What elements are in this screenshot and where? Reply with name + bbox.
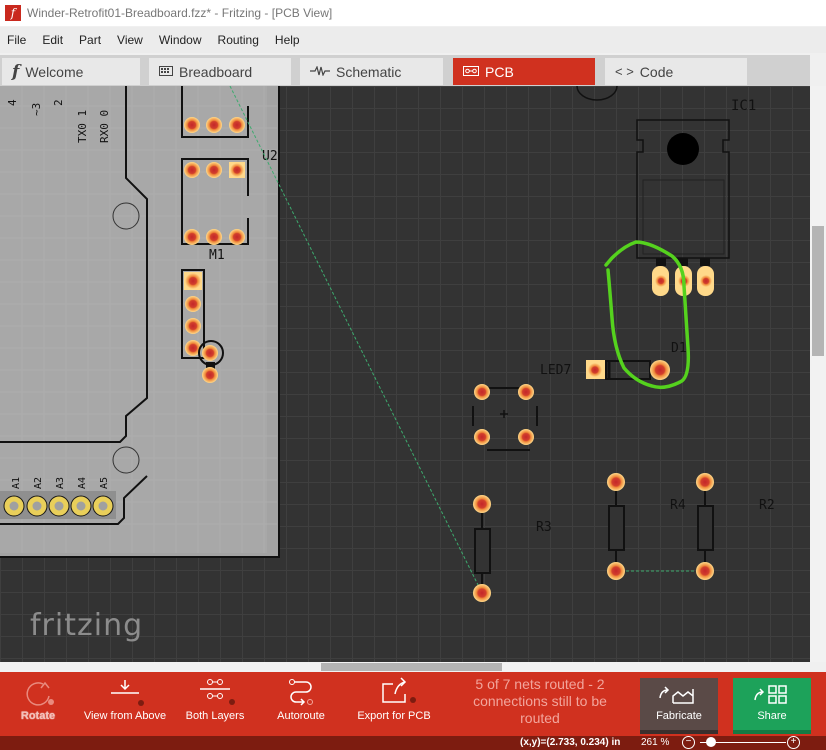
export-icon — [371, 672, 417, 706]
menu-part[interactable]: Part — [72, 33, 110, 47]
routing-status-message: 5 of 7 nets routed - 2 connections still… — [473, 676, 607, 726]
horizontal-scrollbar[interactable] — [0, 662, 810, 672]
view-from-above-icon — [105, 672, 145, 706]
tab-breadboard[interactable]: Breadboard — [149, 58, 291, 85]
zoom-in-button[interactable]: + — [787, 736, 800, 749]
pin-label-a2: A2 — [33, 477, 44, 489]
label-ic1: IC1 — [731, 98, 756, 114]
pin-label-tx: TX0 1 — [76, 110, 89, 143]
tab-breadboard-label: Breadboard — [179, 63, 253, 80]
rotate-button[interactable]: Rotate — [10, 672, 66, 736]
title-bar: f Winder-Retrofit01-Breadboard.fzz* - Fr… — [0, 0, 826, 26]
pin-label-a1: A1 — [11, 477, 22, 489]
both-layers-icon — [195, 672, 235, 706]
fabricate-icon — [657, 678, 701, 706]
zoom-slider-handle[interactable] — [706, 737, 716, 747]
rotate-label: Rotate — [20, 710, 56, 722]
pin-label-a4: A4 — [77, 477, 88, 489]
status-bar: (x,y)=(2.733, 0.234) in 261 % − + — [0, 736, 826, 750]
both-layers-label: Both Layers — [185, 710, 245, 722]
autoroute-icon — [284, 672, 318, 706]
tab-code[interactable]: < > Code — [605, 58, 747, 85]
view-from-above-label: View from Above — [83, 710, 167, 722]
vertical-scrollbar[interactable] — [810, 86, 826, 662]
fritzing-logo: fritzing — [30, 608, 144, 643]
pin-label-a5: A5 — [99, 477, 110, 489]
rotate-icon — [21, 672, 55, 706]
menu-edit[interactable]: Edit — [35, 33, 72, 47]
pcb-canvas[interactable]: 4 ~3 2 TX0 1 RX0 0 A1 A2 A3 A4 A5 U2 M1 … — [0, 86, 810, 662]
horizontal-scroll-thumb[interactable] — [321, 663, 502, 671]
menu-routing[interactable]: Routing — [211, 33, 268, 47]
label-m1: M1 — [209, 248, 225, 263]
label-r2: R2 — [759, 498, 775, 513]
label-u2: U2 — [262, 149, 278, 164]
part-r2[interactable]: R2 — [696, 473, 775, 580]
part-r3[interactable]: R3 — [473, 495, 552, 602]
fabricate-label: Fabricate — [656, 710, 702, 722]
pin-label-a3: A3 — [55, 477, 66, 489]
export-for-pcb-button[interactable]: Export for PCB — [355, 672, 433, 736]
tab-schematic-label: Schematic — [336, 63, 402, 80]
window-title: Winder-Retrofit01-Breadboard.fzz* - Frit… — [27, 6, 333, 20]
view-tabs: f Welcome Breadboard Schematic PCB < > C… — [0, 55, 810, 86]
share-icon — [752, 678, 792, 706]
part-pushbutton[interactable] — [472, 384, 538, 451]
export-for-pcb-label: Export for PCB — [357, 710, 431, 722]
part-d1-led7[interactable]: D1 LED7 — [540, 341, 687, 380]
highlight-annotation — [604, 240, 691, 390]
cursor-coordinates: (x,y)=(2.733, 0.234) in — [520, 737, 621, 748]
label-d1: D1 — [671, 341, 687, 356]
resistor-icon — [310, 64, 330, 79]
share-button[interactable]: Share — [733, 678, 811, 734]
tab-schematic[interactable]: Schematic — [300, 58, 443, 85]
pin-label-4: 4 — [6, 99, 19, 106]
menu-window[interactable]: Window — [152, 33, 211, 47]
menu-view[interactable]: View — [110, 33, 152, 47]
fritzing-f-icon: f — [12, 61, 20, 82]
fabricate-button[interactable]: Fabricate — [640, 678, 718, 734]
pcb-drawing: 4 ~3 2 TX0 1 RX0 0 A1 A2 A3 A4 A5 U2 M1 … — [0, 86, 775, 602]
arduino-board[interactable]: 4 ~3 2 TX0 1 RX0 0 A1 A2 A3 A4 A5 — [0, 86, 280, 558]
both-layers-button[interactable]: Both Layers — [182, 672, 248, 736]
fritzing-app-icon: f — [5, 5, 21, 21]
autoroute-button[interactable]: Autoroute — [270, 672, 332, 736]
label-r3: R3 — [536, 520, 552, 535]
label-r4: R4 — [670, 498, 686, 513]
part-ic1[interactable]: IC1 — [636, 98, 756, 296]
tab-welcome[interactable]: f Welcome — [2, 58, 140, 85]
zoom-level: 261 % — [641, 737, 670, 748]
pin-label-3: ~3 — [30, 103, 43, 116]
breadboard-icon — [159, 64, 173, 79]
vertical-scroll-thumb[interactable] — [812, 226, 824, 356]
share-label: Share — [757, 710, 787, 722]
pcb-icon — [463, 64, 479, 79]
part-partial-circle — [576, 86, 618, 101]
zoom-out-button[interactable]: − — [682, 736, 695, 749]
autoroute-label: Autoroute — [277, 710, 325, 722]
view-from-above-button[interactable]: View from Above — [82, 672, 168, 736]
pin-label-rx: RX0 0 — [98, 110, 111, 143]
menu-help[interactable]: Help — [268, 33, 309, 47]
tab-code-label: Code — [639, 63, 674, 80]
label-led7: LED7 — [540, 363, 571, 378]
part-r4[interactable]: R4 — [607, 473, 686, 580]
tab-welcome-label: Welcome — [25, 63, 84, 80]
menu-file[interactable]: File — [0, 33, 35, 47]
tab-pcb-label: PCB — [485, 63, 514, 80]
code-icon: < > — [615, 64, 634, 79]
tab-pcb[interactable]: PCB — [453, 58, 595, 85]
menu-bar: File Edit Part View Window Routing Help — [0, 27, 826, 53]
pin-label-2: 2 — [52, 99, 65, 106]
